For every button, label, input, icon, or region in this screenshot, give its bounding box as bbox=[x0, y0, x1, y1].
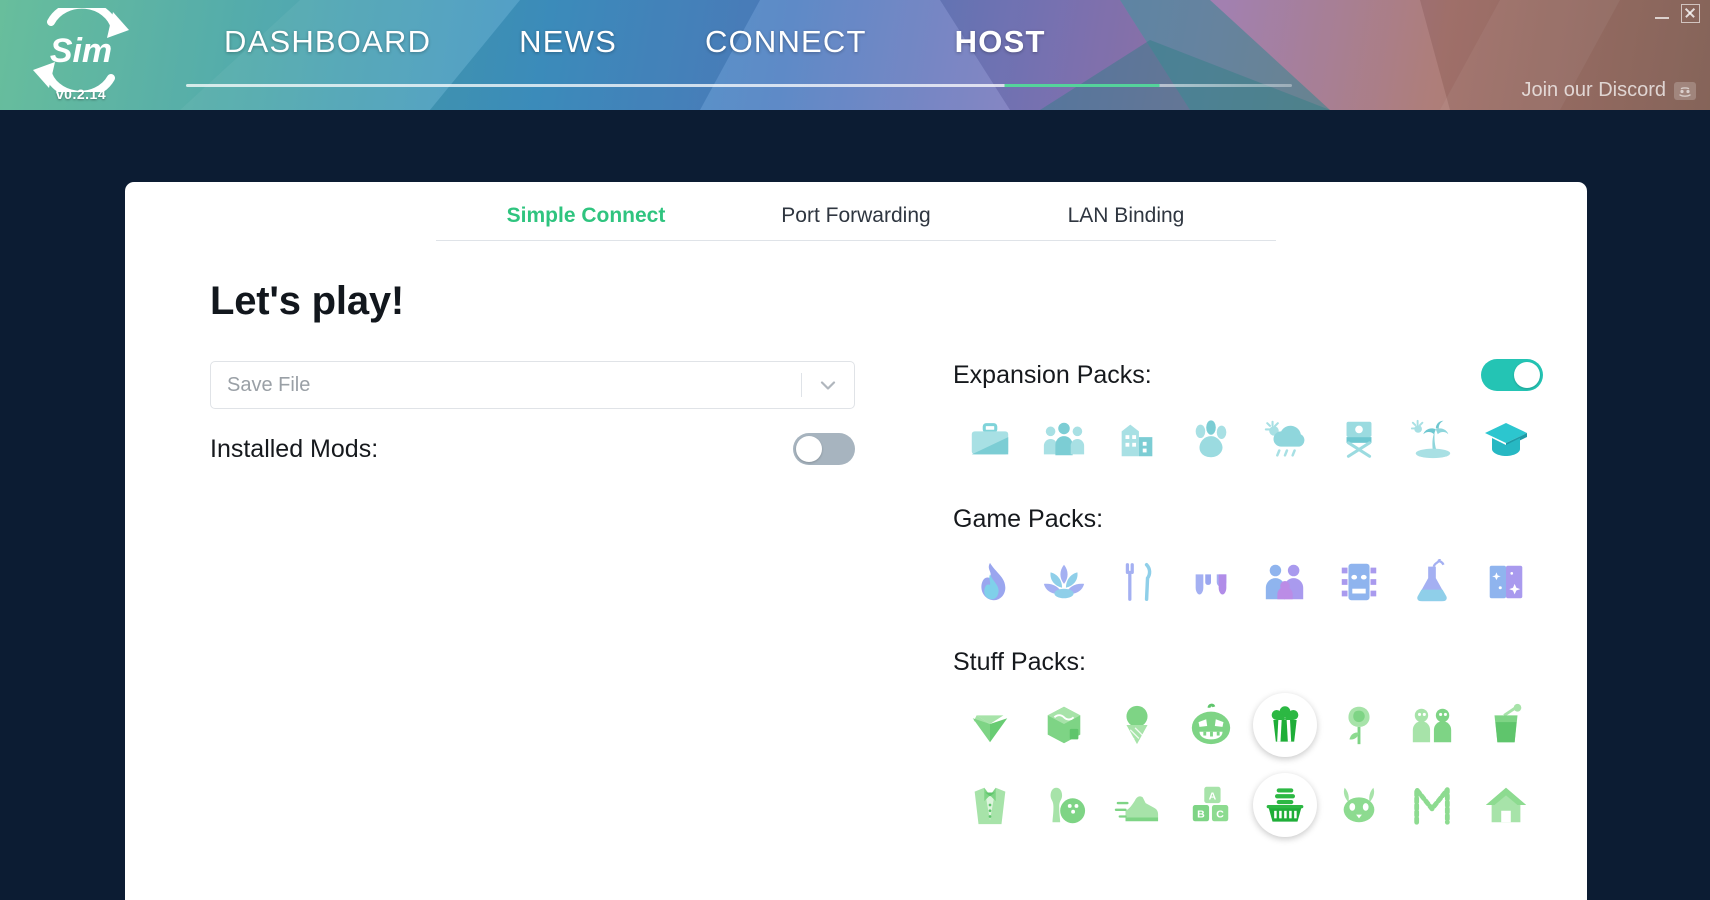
app-header: Sim v0.2.14 DASHBOARD NEWS CONNECT HOST … bbox=[0, 0, 1710, 110]
expansion-packs-header: Expansion Packs: bbox=[953, 359, 1543, 391]
sim-logo-icon: Sim bbox=[29, 8, 133, 92]
discord-icon bbox=[1674, 81, 1696, 100]
pack-ice-cream-cone-icon[interactable] bbox=[1101, 689, 1175, 761]
pack-paw-print-icon[interactable] bbox=[1174, 403, 1248, 475]
installed-mods-row: Installed Mods: bbox=[210, 433, 855, 465]
svg-text:C: C bbox=[1216, 808, 1224, 820]
stuff-packs-label: Stuff Packs: bbox=[953, 648, 1086, 676]
stuff-packs-header: Stuff Packs: bbox=[953, 648, 1543, 677]
main-nav: DASHBOARD NEWS CONNECT HOST bbox=[180, 22, 1090, 62]
pack-pet-face-icon[interactable] bbox=[1322, 769, 1396, 841]
installed-mods-toggle[interactable] bbox=[793, 433, 855, 465]
stuff-packs-grid: ABC bbox=[953, 689, 1543, 841]
host-card: Simple Connect Port Forwarding LAN Bindi… bbox=[125, 182, 1587, 900]
tab-bar: Simple Connect Port Forwarding LAN Bindi… bbox=[125, 182, 1587, 240]
page-background: Simple Connect Port Forwarding LAN Bindi… bbox=[0, 110, 1710, 900]
toggle-knob bbox=[796, 436, 822, 462]
pack-science-beaker-icon[interactable] bbox=[1396, 546, 1470, 618]
nav-underline bbox=[186, 84, 1292, 87]
pack-vampire-fangs-icon[interactable] bbox=[1174, 546, 1248, 618]
tab-port-forwarding[interactable]: Port Forwarding bbox=[721, 204, 991, 240]
svg-text:A: A bbox=[1209, 790, 1217, 802]
pack-moschino-m-icon[interactable] bbox=[1396, 769, 1470, 841]
expansion-packs-toggle[interactable] bbox=[1481, 359, 1543, 391]
pack-director-chair-icon[interactable] bbox=[1322, 403, 1396, 475]
nav-item-host[interactable]: HOST bbox=[911, 22, 1090, 62]
chevron-down-icon[interactable] bbox=[802, 374, 854, 396]
pack-abc-blocks-toddler-icon[interactable]: ABC bbox=[1174, 769, 1248, 841]
pack-popcorn-movie-icon[interactable] bbox=[1248, 689, 1322, 761]
pack-smoothie-drink-icon[interactable] bbox=[1469, 689, 1543, 761]
game-packs-grid bbox=[953, 546, 1543, 618]
discord-link-label: Join our Discord bbox=[1521, 79, 1666, 101]
packs-panel: Expansion Packs: Game Packs: Stuff Packs… bbox=[953, 359, 1543, 841]
pack-city-buildings-icon[interactable] bbox=[1101, 403, 1175, 475]
pack-jungle-mask-icon[interactable] bbox=[1322, 546, 1396, 618]
svg-text:Sim: Sim bbox=[50, 32, 112, 70]
nav-item-news[interactable]: NEWS bbox=[475, 22, 661, 62]
expansion-packs-label: Expansion Packs: bbox=[953, 360, 1152, 389]
pack-weather-sun-cloud-rain-icon[interactable] bbox=[1248, 403, 1322, 475]
save-file-select[interactable]: Save File bbox=[210, 361, 855, 409]
installed-mods-label: Installed Mods: bbox=[210, 434, 379, 463]
window-controls bbox=[1653, 4, 1700, 23]
toggle-knob bbox=[1514, 362, 1540, 388]
svg-text:B: B bbox=[1197, 808, 1205, 820]
pack-diamond-gem-icon[interactable] bbox=[953, 689, 1027, 761]
game-packs-label: Game Packs: bbox=[953, 505, 1104, 533]
minimize-icon[interactable] bbox=[1653, 7, 1671, 21]
discord-link[interactable]: Join our Discord bbox=[1521, 79, 1696, 102]
pack-tiny-house-icon[interactable] bbox=[1469, 769, 1543, 841]
pack-campfire-icon[interactable] bbox=[953, 546, 1027, 618]
pack-kids-room-icon[interactable] bbox=[1396, 689, 1470, 761]
game-packs-header: Game Packs: bbox=[953, 505, 1543, 534]
pack-people-group-icon[interactable] bbox=[1027, 403, 1101, 475]
tab-lan-binding[interactable]: LAN Binding bbox=[991, 204, 1261, 240]
pack-palm-tree-island-icon[interactable] bbox=[1396, 403, 1470, 475]
pack-laundry-basket-icon[interactable] bbox=[1248, 769, 1322, 841]
pack-magic-book-icon[interactable] bbox=[1469, 546, 1543, 618]
pack-fork-knife-icon[interactable] bbox=[1101, 546, 1175, 618]
pack-family-parenthood-icon[interactable] bbox=[1248, 546, 1322, 618]
pack-bowling-pin-ball-icon[interactable] bbox=[1027, 769, 1101, 841]
pack-rose-romantic-icon[interactable] bbox=[1322, 689, 1396, 761]
app-logo: Sim v0.2.14 bbox=[18, 0, 144, 110]
tab-simple-connect[interactable]: Simple Connect bbox=[451, 204, 721, 240]
save-file-placeholder: Save File bbox=[227, 373, 311, 396]
pack-cupcake-perfect-patio-icon[interactable] bbox=[1027, 689, 1101, 761]
pack-jack-o-lantern-icon[interactable] bbox=[1174, 689, 1248, 761]
pack-lotus-flower-icon[interactable] bbox=[1027, 546, 1101, 618]
expansion-packs-grid bbox=[953, 403, 1543, 475]
nav-item-connect[interactable]: CONNECT bbox=[661, 22, 911, 62]
page-title: Let's play! bbox=[210, 279, 405, 323]
pack-graduation-cap-icon[interactable] bbox=[1469, 403, 1543, 475]
nav-item-dashboard[interactable]: DASHBOARD bbox=[180, 22, 475, 62]
tab-divider bbox=[436, 240, 1276, 241]
pack-briefcase-icon[interactable] bbox=[953, 403, 1027, 475]
close-icon[interactable] bbox=[1681, 4, 1700, 23]
pack-tuxedo-luxury-party-icon[interactable] bbox=[953, 769, 1027, 841]
pack-running-shoe-fitness-icon[interactable] bbox=[1101, 769, 1175, 841]
